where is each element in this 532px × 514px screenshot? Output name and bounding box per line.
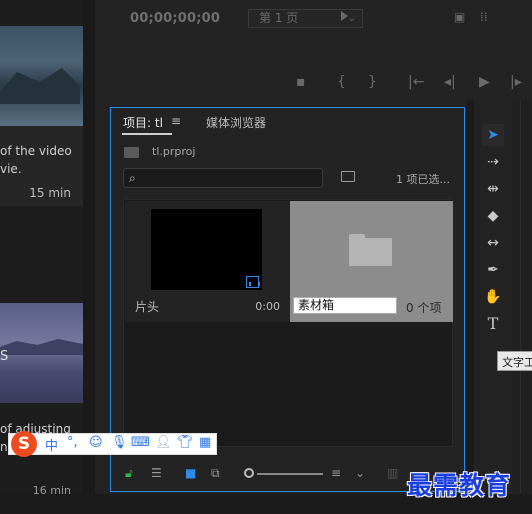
watermark-text: 最需教育 [407, 471, 512, 500]
sort-chevron-down-icon[interactable]: ⌄ [355, 466, 365, 480]
program-monitor: 00;00;00;00 第 1 页 ⌄ ▣ ⁞⁞ ▪ { } |← ◂| ▶ |… [108, 0, 532, 100]
sogou-logo-icon[interactable]: S [11, 431, 37, 457]
list-view-icon[interactable]: ☰ [151, 466, 162, 480]
selection-tool-icon[interactable]: ➤ [482, 124, 504, 146]
keyboard-icon[interactable]: ⌨ [131, 435, 150, 450]
sort-icon[interactable]: ≡ [331, 466, 341, 480]
hand-tool-icon[interactable]: ✋ [482, 286, 504, 308]
icon-view-icon[interactable]: ■ [185, 466, 196, 480]
project-item-sequence[interactable]: 片头 0:00 [125, 201, 290, 322]
tutorial-card-2-title-fragment: S [0, 349, 9, 364]
timecode-display[interactable]: 00;00;00;00 [130, 11, 220, 26]
export-frame-icon[interactable]: ▣ [454, 10, 465, 24]
selection-count: 1 项已选... [396, 173, 450, 186]
play-icon[interactable]: ▶ [479, 74, 490, 90]
search-field[interactable]: ⌕ [123, 168, 323, 188]
lock-icon[interactable]: 🔓︎ [125, 466, 133, 481]
step-back-icon[interactable]: ◂| [444, 74, 456, 90]
ripple-edit-tool-icon[interactable]: ⇹ [482, 178, 504, 200]
slip-tool-icon[interactable]: ↔ [482, 232, 504, 254]
project-item-bin[interactable]: 素材箱 0 个项 [290, 201, 453, 322]
chevron-down-icon: ⌄ [347, 13, 356, 24]
search-input[interactable] [144, 170, 319, 186]
razor-tool-icon[interactable]: ◆ [482, 205, 504, 227]
in-bracket-icon[interactable]: { [337, 74, 346, 90]
punctuation-icon[interactable]: °, [67, 435, 78, 450]
automate-to-sequence-icon[interactable]: ▥ [387, 466, 398, 480]
microphone-icon[interactable]: 🎙︎ [111, 435, 128, 450]
bin-item-count: 0 个项 [406, 301, 442, 315]
ime-toolbar: S 中 °, ☺ 🎙︎ ⌨ 👤︎ 👕︎ ▦ [8, 431, 217, 457]
timeline-edge [512, 100, 532, 514]
tooltip: 文字工 [497, 351, 532, 371]
app-root: of the video vie. 15 min S of adjusting … [0, 0, 532, 514]
tutorial-card-1-line1: of the video [0, 144, 72, 158]
project-items-grid[interactable]: 片头 0:00 素材箱 0 个项 [123, 199, 453, 447]
skin-icon[interactable]: 👕︎ [177, 435, 194, 450]
new-search-bin-icon[interactable] [341, 171, 355, 182]
page-select-value: 第 1 页 [259, 11, 299, 25]
page-forward-icon[interactable] [341, 11, 348, 21]
tab-project[interactable]: 项目: tl [123, 114, 163, 131]
tools-panel: ➤ ⇢ ⇹ ◆ ↔ ✒ ✋ T [474, 107, 512, 492]
zoom-slider-handle[interactable] [244, 468, 254, 478]
project-item-duration: 0:00 [255, 300, 280, 313]
panel-divider-right[interactable] [466, 100, 474, 514]
tab-media-browser[interactable]: 媒体浏览器 [206, 114, 266, 131]
panel-menu-icon[interactable]: ≡ [171, 114, 181, 128]
tutorial-card-1-text: of the video vie. [0, 142, 83, 178]
active-tab-underline [122, 133, 172, 135]
tutorial-card-1-duration: 15 min [29, 186, 71, 200]
folder-icon[interactable] [349, 234, 392, 266]
step-forward-icon[interactable]: |▸ [510, 74, 522, 90]
toolbox-icon[interactable]: ▦ [199, 435, 211, 450]
go-to-in-icon[interactable]: |← [408, 74, 424, 90]
type-tool-icon[interactable]: T [482, 313, 504, 335]
settings-dots-icon[interactable]: ⁞⁞ [480, 10, 488, 24]
mark-in-icon[interactable]: ▪ [296, 74, 306, 90]
search-icon: ⌕ [129, 171, 136, 185]
tutorial-card-1-line2: vie. [0, 162, 22, 176]
freeform-view-icon[interactable]: ⧉ [211, 466, 220, 481]
ime-language[interactable]: 中 [45, 435, 58, 454]
track-select-tool-icon[interactable]: ⇢ [482, 151, 504, 173]
bin-name-field[interactable]: 素材箱 [293, 297, 397, 314]
zoom-slider[interactable] [257, 473, 323, 475]
project-file-icon [124, 147, 139, 158]
project-item-name[interactable]: 片头 [135, 298, 159, 315]
tutorial-thumbnail-2[interactable] [0, 303, 83, 403]
tutorial-thumbnail-1[interactable] [0, 26, 83, 126]
sequence-icon [246, 276, 260, 288]
project-file-name: tl.prproj [152, 145, 196, 158]
out-bracket-icon[interactable]: } [368, 74, 377, 90]
emoji-icon[interactable]: ☺ [89, 435, 103, 450]
pen-tool-icon[interactable]: ✒ [482, 259, 504, 281]
user-icon[interactable]: 👤︎ [155, 435, 172, 450]
